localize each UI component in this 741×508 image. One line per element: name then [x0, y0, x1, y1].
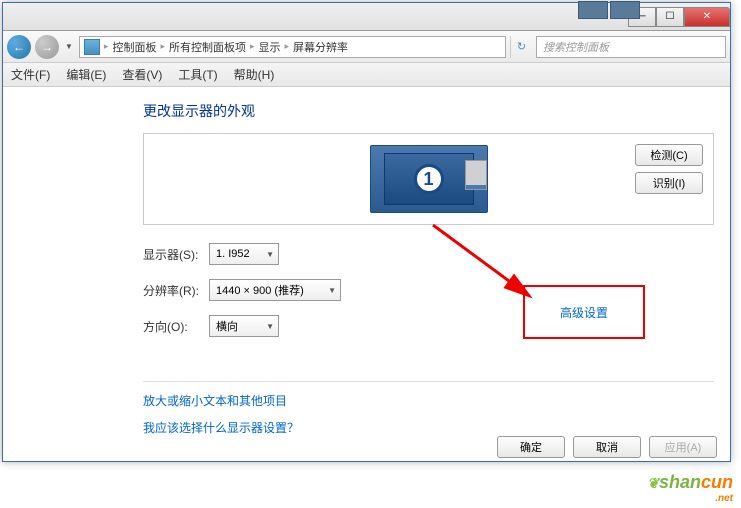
- resolution-dropdown[interactable]: 1440 × 900 (推荐): [209, 279, 341, 301]
- display-dropdown[interactable]: 1. I952: [209, 243, 279, 265]
- display-settings-window: ─ ☐ ✕ ← → ▼ ▸ 控制面板 ▸ 所有控制面板项 ▸ 显示 ▸ 屏幕分辨…: [2, 2, 731, 462]
- address-bar[interactable]: ▸ 控制面板 ▸ 所有控制面板项 ▸ 显示 ▸ 屏幕分辨率: [79, 36, 506, 58]
- forward-button[interactable]: →: [35, 35, 59, 59]
- maximize-button[interactable]: ☐: [656, 7, 684, 27]
- menu-file[interactable]: 文件(F): [11, 66, 50, 83]
- monitor-secondary-icon: [465, 160, 487, 190]
- detect-button[interactable]: 检测(C): [635, 144, 703, 166]
- advanced-settings-highlight: 高级设置: [523, 285, 645, 339]
- navigation-bar: ← → ▼ ▸ 控制面板 ▸ 所有控制面板项 ▸ 显示 ▸ 屏幕分辨率 ↻ 搜索…: [3, 31, 730, 63]
- monitor-number: 1: [414, 164, 444, 194]
- leaf-icon: ❦: [647, 475, 659, 491]
- menu-bar: 文件(F) 编辑(E) 查看(V) 工具(T) 帮助(H): [3, 63, 730, 87]
- history-dropdown-icon[interactable]: ▼: [63, 42, 75, 51]
- menu-help[interactable]: 帮助(H): [234, 66, 275, 83]
- ok-button[interactable]: 确定: [497, 436, 565, 458]
- page-title: 更改显示器的外观: [143, 101, 714, 121]
- titlebar-decoration: [578, 1, 640, 19]
- refresh-icon[interactable]: ↻: [510, 36, 532, 58]
- breadcrumb-item[interactable]: 屏幕分辨率: [293, 39, 348, 55]
- identify-button[interactable]: 识别(I): [635, 172, 703, 194]
- back-button[interactable]: ←: [7, 35, 31, 59]
- menu-edit[interactable]: 编辑(E): [66, 66, 106, 83]
- text-size-link[interactable]: 放大或缩小文本和其他项目: [143, 392, 714, 409]
- orientation-label: 方向(O):: [143, 318, 209, 335]
- advanced-settings-link[interactable]: 高级设置: [560, 304, 608, 321]
- orientation-dropdown[interactable]: 横向: [209, 315, 279, 337]
- watermark: ❦shancun .net: [647, 472, 733, 504]
- close-button[interactable]: ✕: [684, 7, 730, 27]
- monitor-preview-panel: 1 检测(C) 识别(I): [143, 133, 714, 225]
- breadcrumb-item[interactable]: 控制面板: [112, 39, 156, 55]
- cancel-button[interactable]: 取消: [573, 436, 641, 458]
- control-panel-icon: [84, 39, 100, 55]
- titlebar: ─ ☐ ✕: [3, 3, 730, 31]
- footer-buttons: 确定 取消 应用(A): [497, 436, 717, 458]
- apply-button[interactable]: 应用(A): [649, 436, 717, 458]
- resolution-label: 分辨率(R):: [143, 282, 209, 299]
- divider: [143, 381, 714, 382]
- which-settings-link[interactable]: 我应该选择什么显示器设置？: [143, 419, 714, 436]
- breadcrumb-item[interactable]: 显示: [259, 39, 281, 55]
- display-label: 显示器(S):: [143, 246, 209, 263]
- monitor-display[interactable]: 1: [370, 145, 488, 213]
- search-input[interactable]: 搜索控制面板: [536, 36, 726, 58]
- menu-tools[interactable]: 工具(T): [178, 66, 217, 83]
- breadcrumb-item[interactable]: 所有控制面板项: [169, 39, 246, 55]
- menu-view[interactable]: 查看(V): [122, 66, 162, 83]
- content-area: 更改显示器的外观 1 检测(C) 识别(I) 显示器(S): 1. I952 分…: [3, 87, 730, 454]
